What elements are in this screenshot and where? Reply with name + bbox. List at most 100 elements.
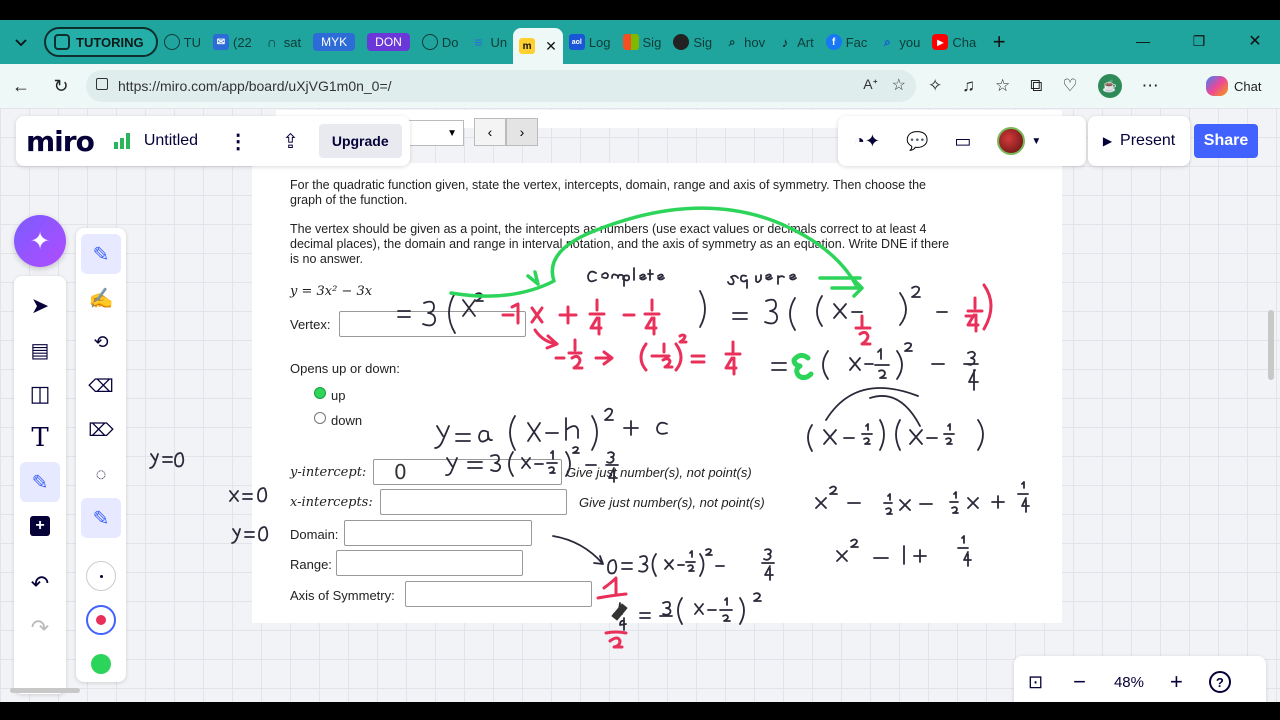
site-info-icon[interactable] [96, 78, 108, 90]
highlighter-option[interactable]: ✍ [81, 278, 121, 318]
tab-0[interactable]: TU [158, 27, 207, 57]
read-aloud-icon[interactable]: Aᐩ [863, 76, 878, 93]
board-stats-icon[interactable] [113, 133, 130, 149]
export-icon[interactable]: ⇪ [282, 129, 299, 154]
radio-up[interactable] [314, 387, 326, 399]
highlighter-icon: ✍ [88, 287, 114, 310]
zoom-out-icon[interactable]: − [1073, 669, 1086, 695]
frame-tool[interactable]: ◫ [20, 374, 60, 414]
present-button[interactable]: ▶ Present [1088, 116, 1190, 166]
tab-14[interactable]: ⌕ you [873, 27, 926, 57]
copilot-chat-button[interactable]: Chat [1206, 76, 1261, 96]
tab-2[interactable]: ∩ sat [258, 27, 307, 57]
reactions-icon[interactable]: ◔✦ [854, 131, 880, 152]
tab-10[interactable]: Sig [667, 27, 718, 57]
tab-12[interactable]: ♪ Art [771, 27, 820, 57]
close-tab-icon[interactable]: ✕ [545, 38, 557, 55]
worksheet-intro: For the quadratic function given, state … [290, 178, 926, 207]
pen-style-option[interactable]: ✎ [81, 498, 121, 538]
domain-input[interactable] [344, 520, 532, 546]
letterbox-bottom [0, 702, 1280, 720]
tab-3[interactable]: MYK [307, 27, 361, 57]
avatar[interactable]: ▼ [997, 127, 1041, 155]
tab-11[interactable]: ⌕ hov [718, 27, 771, 57]
zoom-in-icon[interactable]: + [1170, 669, 1183, 695]
tab-4[interactable]: DON [361, 27, 416, 57]
tab-6[interactable]: ≡ Un [464, 27, 513, 57]
tab-15[interactable]: ▶ Cha [926, 27, 982, 57]
upgrade-button[interactable]: Upgrade [318, 124, 402, 158]
sticky-note-tool[interactable]: ▤ [20, 330, 60, 370]
more-menu-icon[interactable]: ⋯ [1142, 76, 1159, 96]
help-icon[interactable]: ? [1208, 671, 1231, 693]
vertex-input[interactable] [339, 311, 526, 337]
sparkle-icon: ✦ [29, 227, 51, 255]
back-icon[interactable]: ← [8, 73, 34, 99]
favorites-icon[interactable]: ☆ [995, 76, 1010, 96]
worksheet-next-button[interactable]: › [506, 118, 538, 146]
y-intercept-input[interactable]: 0 [373, 459, 562, 485]
board-title[interactable]: Untitled [144, 132, 198, 150]
minimize-icon[interactable]: — [1130, 28, 1156, 54]
x-intercepts-input[interactable] [380, 489, 567, 515]
select-tool[interactable]: ➤ [20, 286, 60, 326]
miro-board-canvas[interactable]: ▼ ‹ › For the quadratic function given, … [0, 108, 1280, 702]
tab-7-active[interactable]: m ✕ [513, 28, 563, 64]
tab-5[interactable]: Do [416, 27, 465, 57]
extensions-icon[interactable]: ✧ [928, 76, 942, 96]
object-eraser-option[interactable]: ⌦ [81, 410, 121, 450]
range-input[interactable] [336, 550, 523, 576]
video-call-icon[interactable]: ▭ [954, 131, 971, 152]
tab-9[interactable]: Sig [617, 27, 668, 57]
smart-draw-option[interactable]: ⟲ [81, 322, 121, 362]
vertical-scrollbar[interactable] [1268, 310, 1274, 380]
fit-screen-icon[interactable]: ⊡ [1028, 672, 1043, 693]
tab-actions-chevron-icon[interactable] [8, 29, 34, 55]
tab-8[interactable]: aol Log [563, 27, 617, 57]
tab-13[interactable]: f Fac [820, 27, 874, 57]
chat-bubble-icon[interactable]: 💬 [906, 131, 928, 152]
board-menu-icon[interactable]: ⋮ [228, 129, 248, 154]
pen-tool[interactable]: ✎ [20, 462, 60, 502]
stroke-size-option[interactable] [81, 556, 121, 596]
redo-button[interactable]: ↷ [20, 608, 60, 648]
media-icon[interactable]: ♫ [962, 76, 975, 96]
worksheet-prev-button[interactable]: ‹ [474, 118, 506, 146]
lasso-option[interactable]: ◌ [81, 454, 121, 494]
new-tab-icon[interactable]: + [986, 29, 1012, 55]
eraser-option[interactable]: ⌫ [81, 366, 121, 406]
ai-assistant-button[interactable]: ✦ [14, 215, 66, 267]
favorite-star-icon[interactable]: ☆ [892, 75, 906, 95]
axis-input[interactable] [405, 581, 592, 607]
worksheet-dropdown[interactable]: ▼ [408, 120, 464, 146]
close-window-icon[interactable]: ✕ [1242, 28, 1268, 54]
radio-down[interactable] [314, 412, 326, 424]
health-icon[interactable]: ♡ [1062, 76, 1077, 96]
color-red-option[interactable] [81, 600, 121, 640]
miro-logo[interactable]: miro [26, 125, 95, 158]
redo-icon: ↷ [30, 615, 50, 640]
zoom-level[interactable]: 48% [1114, 674, 1144, 691]
restore-icon[interactable]: ❐ [1186, 28, 1212, 54]
search-icon: ⌕ [884, 34, 891, 49]
tab-1[interactable]: ✉ (22 [207, 27, 258, 57]
refresh-icon[interactable]: ↻ [48, 73, 74, 99]
tab-label: MYK [313, 33, 356, 51]
text-tool[interactable]: T [20, 418, 60, 458]
mail-icon: ✉ [213, 34, 229, 50]
tab-label: Cha [952, 34, 977, 50]
undo-button[interactable]: ↶ [20, 564, 60, 604]
tab-group-tutoring[interactable]: TUTORING [44, 27, 158, 57]
y-intercept-hint: Give just number(s), not point(s) [566, 465, 752, 480]
color-green-option[interactable] [81, 644, 121, 684]
address-bar: ← ↻ https://miro.com/app/board/uXjVG1m0n… [0, 64, 1280, 108]
tab-group-icon [54, 34, 70, 50]
coffee-extension-icon[interactable]: ☕ [1097, 74, 1122, 98]
collections-icon[interactable]: ⧉ [1030, 76, 1042, 96]
url-field[interactable]: https://miro.com/app/board/uXjVG1m0n_0=/… [86, 70, 916, 102]
add-more-tool[interactable]: + [20, 506, 60, 546]
frame-icon: ◫ [29, 381, 51, 406]
horizontal-scrollbar[interactable] [10, 688, 80, 693]
pen-option[interactable]: ✎ [81, 234, 121, 274]
share-button[interactable]: Share [1194, 124, 1258, 158]
